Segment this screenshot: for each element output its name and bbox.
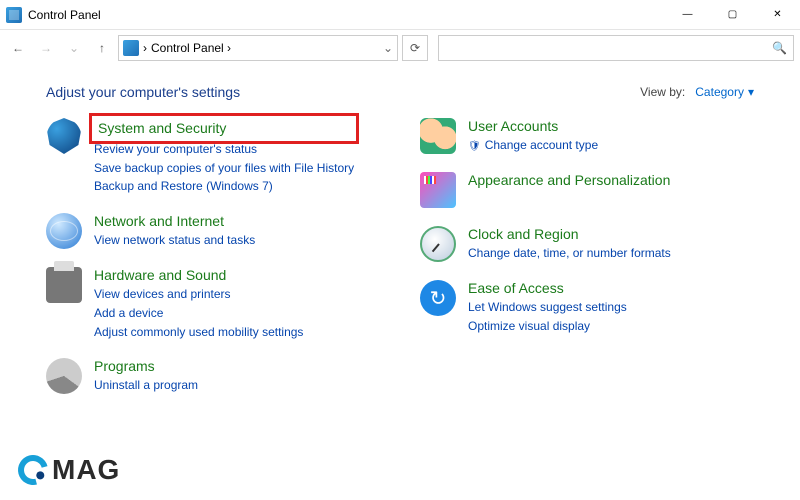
category-hardware: Hardware and Sound View devices and prin…: [46, 267, 380, 340]
category-heading-network[interactable]: Network and Internet: [94, 213, 255, 230]
titlebar: Control Panel — ▢ ✕: [0, 0, 800, 30]
link-suggest-settings[interactable]: Let Windows suggest settings: [468, 299, 627, 316]
category-appearance: Appearance and Personalization: [420, 172, 754, 208]
shield-icon: [46, 118, 82, 154]
link-change-account-type[interactable]: Change account type: [468, 137, 598, 154]
search-field[interactable]: [445, 41, 772, 55]
content-area: Adjust your computer's settings View by:…: [0, 66, 800, 394]
search-icon[interactable]: 🔍: [772, 41, 787, 55]
link-uninstall[interactable]: Uninstall a program: [94, 377, 198, 394]
page-title: Adjust your computer's settings: [46, 84, 640, 100]
link-review-status[interactable]: Review your computer's status: [94, 141, 354, 158]
ease-of-access-icon: [420, 280, 456, 316]
link-mobility[interactable]: Adjust commonly used mobility settings: [94, 324, 303, 341]
view-by-selector[interactable]: Category ▾: [695, 85, 754, 99]
maximize-button[interactable]: ▢: [710, 0, 755, 30]
forward-button[interactable]: →: [34, 36, 58, 60]
chevron-down-icon[interactable]: ⌄: [383, 41, 393, 55]
view-by-label: View by:: [640, 85, 685, 99]
window-title: Control Panel: [28, 8, 665, 22]
category-heading-ease[interactable]: Ease of Access: [468, 280, 627, 297]
clock-icon: [420, 226, 456, 262]
recent-dropdown[interactable]: ⌄: [62, 36, 86, 60]
back-button[interactable]: ←: [6, 36, 30, 60]
right-column: User Accounts Change account type Appear…: [420, 118, 754, 394]
content-header: Adjust your computer's settings View by:…: [46, 84, 754, 100]
category-columns: System and Security Review your computer…: [46, 118, 754, 394]
control-panel-icon: [123, 40, 139, 56]
link-add-device[interactable]: Add a device: [94, 305, 303, 322]
watermark-logo: MAG: [18, 454, 120, 486]
caret-down-icon: ▾: [748, 85, 754, 99]
link-date-time-formats[interactable]: Change date, time, or number formats: [468, 245, 671, 262]
search-input[interactable]: 🔍: [438, 35, 794, 61]
close-button[interactable]: ✕: [755, 0, 800, 30]
category-heading-user-accounts[interactable]: User Accounts: [468, 118, 598, 135]
link-optimize-display[interactable]: Optimize visual display: [468, 318, 627, 335]
up-button[interactable]: ↑: [90, 36, 114, 60]
globe-icon: [46, 213, 82, 249]
category-heading-system-security[interactable]: System and Security: [94, 118, 354, 139]
minimize-button[interactable]: —: [665, 0, 710, 30]
link-devices-printers[interactable]: View devices and printers: [94, 286, 303, 303]
category-clock: Clock and Region Change date, time, or n…: [420, 226, 754, 262]
view-by-value: Category: [695, 85, 744, 99]
disc-icon: [46, 358, 82, 394]
view-by: View by: Category ▾: [640, 85, 754, 99]
refresh-button[interactable]: ⟳: [402, 35, 428, 61]
category-heading-clock[interactable]: Clock and Region: [468, 226, 671, 243]
category-programs: Programs Uninstall a program: [46, 358, 380, 394]
category-heading-programs[interactable]: Programs: [94, 358, 198, 375]
logo-text: MAG: [52, 454, 120, 486]
breadcrumb[interactable]: Control Panel ›: [151, 41, 379, 55]
personalization-icon: [420, 172, 456, 208]
address-bar[interactable]: › Control Panel › ⌄: [118, 35, 398, 61]
category-ease: Ease of Access Let Windows suggest setti…: [420, 280, 754, 334]
category-heading-hardware[interactable]: Hardware and Sound: [94, 267, 303, 284]
link-network-status[interactable]: View network status and tasks: [94, 232, 255, 249]
chevron-right-icon: ›: [143, 41, 147, 55]
users-icon: [420, 118, 456, 154]
category-user-accounts: User Accounts Change account type: [420, 118, 754, 154]
logo-c-icon: [13, 450, 54, 491]
left-column: System and Security Review your computer…: [46, 118, 380, 394]
control-panel-icon: [6, 7, 22, 23]
nav-bar: ← → ⌄ ↑ › Control Panel › ⌄ ⟳ 🔍: [0, 30, 800, 66]
category-system-security: System and Security Review your computer…: [46, 118, 380, 195]
category-network: Network and Internet View network status…: [46, 213, 380, 249]
category-heading-appearance[interactable]: Appearance and Personalization: [468, 172, 670, 189]
link-file-history[interactable]: Save backup copies of your files with Fi…: [94, 160, 354, 177]
printer-icon: [46, 267, 82, 303]
link-backup-restore[interactable]: Backup and Restore (Windows 7): [94, 178, 354, 195]
